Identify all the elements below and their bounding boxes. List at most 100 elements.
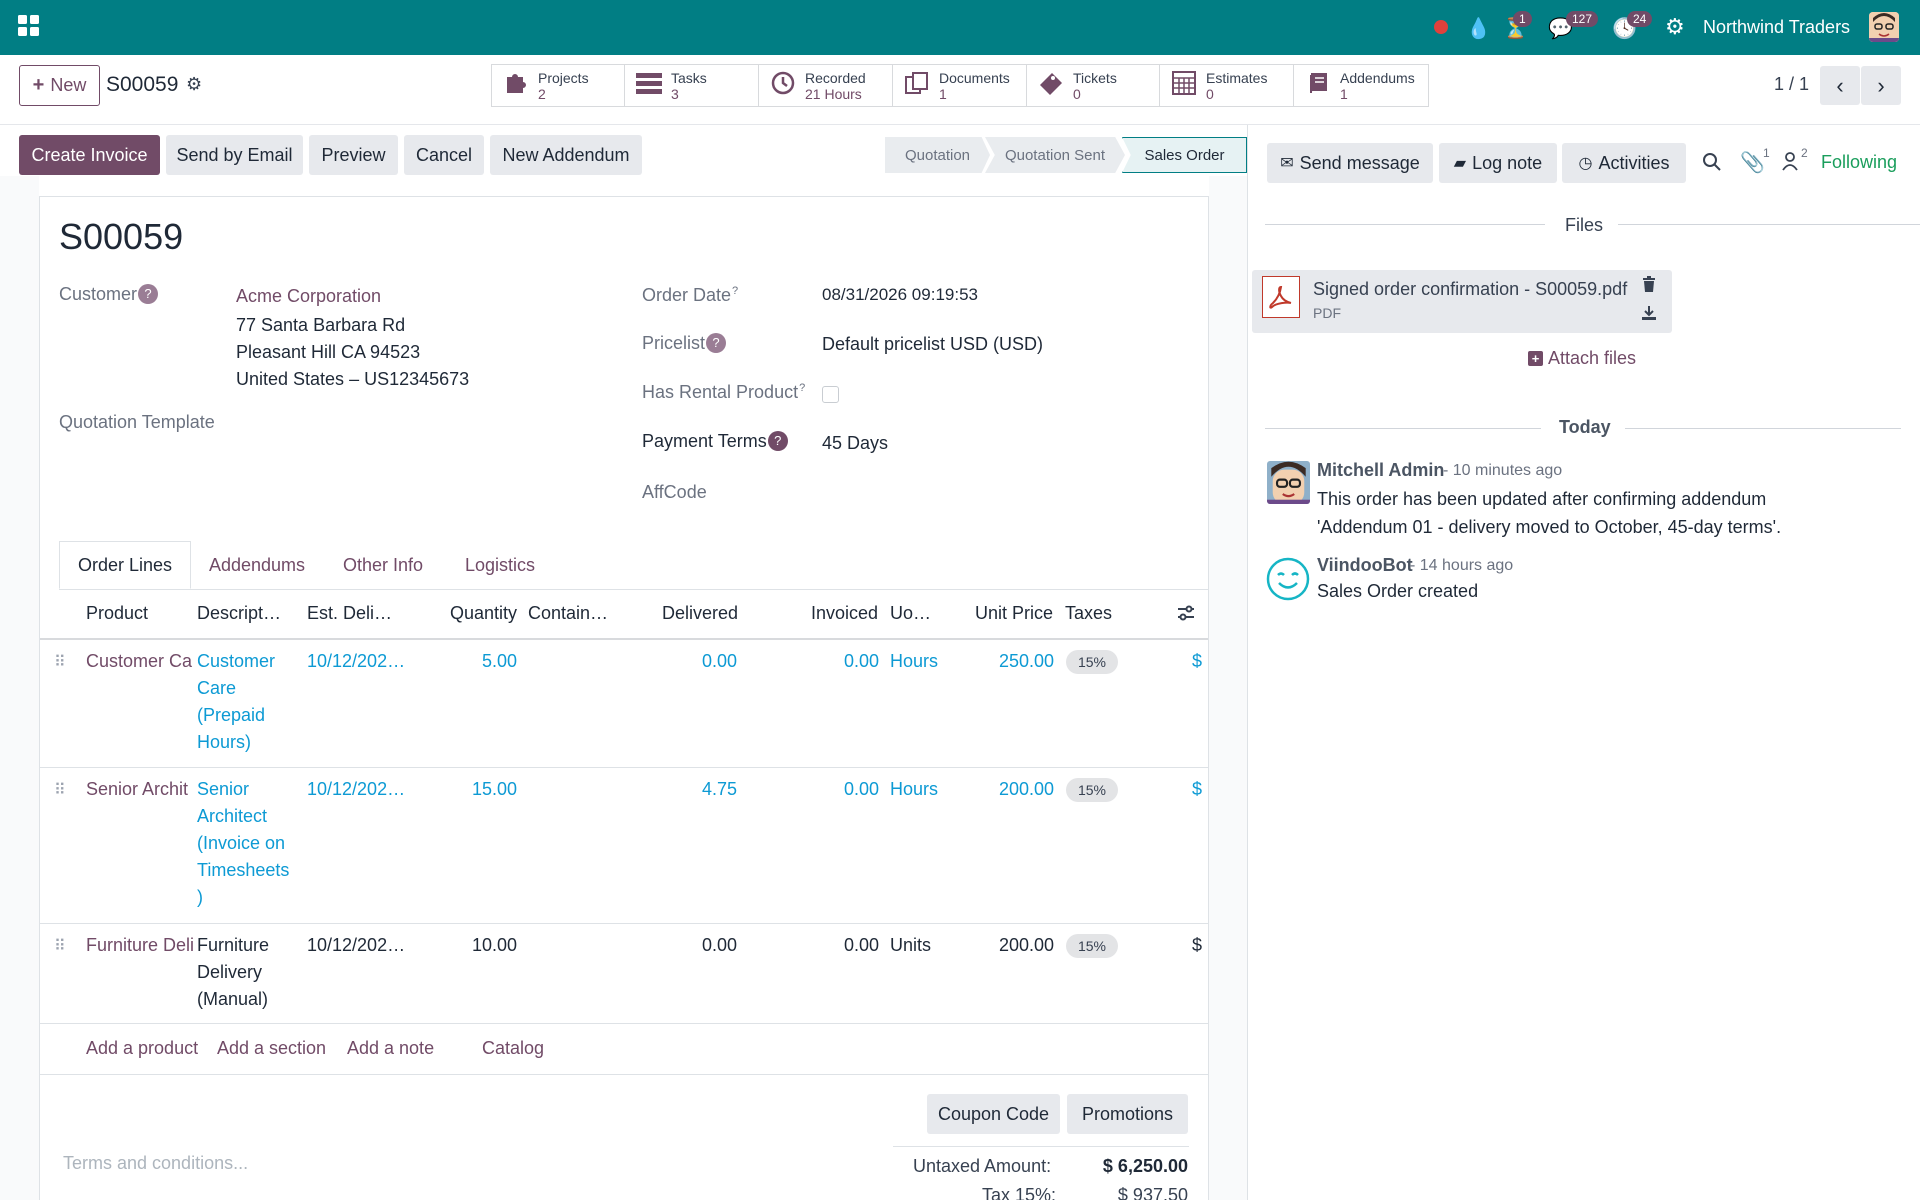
pager-value[interactable]: 1 / 1 (1774, 74, 1809, 95)
row-delivered[interactable]: 0.00 (620, 932, 737, 959)
smart-button-projects[interactable]: Projects 2 (491, 64, 625, 107)
add-section-link[interactable]: Add a section (217, 1035, 326, 1062)
activities-button[interactable]: ◷ Activities (1562, 143, 1686, 183)
help-icon[interactable]: ? (799, 382, 805, 394)
bot-avatar-icon[interactable] (1266, 557, 1310, 601)
tab-addendums[interactable]: Addendums (193, 541, 321, 589)
rental-product-checkbox[interactable] (822, 386, 839, 403)
settings-icon[interactable]: ⚙ (1665, 14, 1685, 40)
pricelist-value[interactable]: Default pricelist USD (USD) (822, 334, 1043, 355)
col-header-invoiced[interactable]: Invoiced (811, 603, 878, 624)
quotation-template-input[interactable] (236, 406, 576, 436)
search-icon[interactable] (1702, 152, 1722, 172)
row-description[interactable]: Furniture Delivery (Manual) (197, 932, 295, 1013)
smart-button-recorded[interactable]: Recorded 21 Hours (758, 64, 893, 107)
row-delivery-date[interactable]: 10/12/202… (307, 648, 405, 675)
tab-other-info[interactable]: Other Info (325, 541, 441, 589)
add-note-link[interactable]: Add a note (347, 1035, 434, 1062)
tab-order-lines[interactable]: Order Lines (59, 541, 191, 589)
message-author[interactable]: ViindooBot (1317, 555, 1413, 576)
preview-button[interactable]: Preview (309, 135, 398, 175)
company-name[interactable]: Northwind Traders (1703, 17, 1850, 38)
row-tax-badge[interactable]: 15% (1066, 934, 1118, 958)
optional-columns-icon[interactable] (1176, 603, 1196, 623)
terms-conditions-input[interactable]: Terms and conditions... (63, 1153, 248, 1174)
col-header-description[interactable]: Descript… (197, 603, 281, 624)
new-addendum-button[interactable]: New Addendum (490, 135, 642, 175)
row-uom[interactable]: Units (890, 932, 931, 959)
add-product-link[interactable]: Add a product (86, 1035, 198, 1062)
col-header-container[interactable]: Contain… (528, 603, 608, 624)
download-icon[interactable] (1641, 305, 1657, 321)
send-by-email-button[interactable]: Send by Email (166, 135, 303, 175)
apps-menu-icon[interactable] (18, 15, 40, 37)
cancel-button[interactable]: Cancel (404, 135, 484, 175)
row-description[interactable]: Senior Architect (Invoice on Timesheets … (197, 776, 295, 911)
col-header-uom[interactable]: Uo… (890, 603, 931, 624)
attachment-filename[interactable]: Signed order confirmation - S00059.pdf (1313, 279, 1627, 300)
catalog-link[interactable]: Catalog (482, 1035, 544, 1062)
new-button[interactable]: + New (19, 65, 100, 106)
attach-files-button[interactable]: + Attach files (1528, 348, 1636, 369)
paperclip-icon[interactable]: 📎 (1740, 150, 1765, 175)
affcode-input[interactable] (822, 476, 1182, 506)
send-message-button[interactable]: ✉ Send message (1267, 143, 1433, 183)
row-description[interactable]: Customer Care (Prepaid Hours) (197, 648, 295, 756)
record-indicator-icon[interactable] (1434, 20, 1448, 34)
drag-handle-icon[interactable]: ⠿ (54, 780, 66, 800)
smart-button-tasks[interactable]: Tasks 3 (624, 64, 759, 107)
drop-icon[interactable]: 💧 (1466, 16, 1491, 41)
smart-button-tickets[interactable]: Tickets 0 (1026, 64, 1160, 107)
smart-button-addendums[interactable]: Addendums 1 (1293, 64, 1429, 107)
col-header-product[interactable]: Product (86, 603, 148, 624)
help-icon[interactable]: ? (138, 284, 159, 304)
pager-previous-button[interactable]: ‹ (1820, 66, 1860, 105)
customer-name[interactable]: Acme Corporation (236, 286, 381, 307)
record-title[interactable]: S00059 (59, 216, 183, 258)
col-header-delivery[interactable]: Est. Deli… (307, 603, 392, 624)
row-delivery-date[interactable]: 10/12/202… (307, 932, 405, 959)
help-icon[interactable]: ? (706, 333, 727, 353)
trash-icon[interactable] (1642, 276, 1656, 292)
log-note-button[interactable]: ▰ Log note (1439, 143, 1557, 183)
smart-button-estimates[interactable]: Estimates 0 (1159, 64, 1294, 107)
row-tax-badge[interactable]: 15% (1066, 778, 1118, 802)
author-avatar[interactable] (1267, 461, 1310, 504)
stage-quotation-sent[interactable]: Quotation Sent (985, 137, 1125, 173)
row-product[interactable]: Senior Archit (86, 776, 194, 803)
col-header-unit-price[interactable]: Unit Price (975, 603, 1053, 624)
row-unit-price[interactable]: 200.00 (940, 776, 1054, 803)
row-delivered[interactable]: 0.00 (620, 648, 737, 675)
row-product[interactable]: Customer Ca (86, 648, 194, 675)
row-unit-price[interactable]: 200.00 (940, 932, 1054, 959)
drag-handle-icon[interactable]: ⠿ (54, 652, 66, 672)
coupon-code-button[interactable]: Coupon Code (927, 1094, 1060, 1134)
row-delivered[interactable]: 4.75 (620, 776, 737, 803)
help-icon[interactable]: ? (732, 285, 738, 297)
col-header-quantity[interactable]: Quantity (450, 603, 517, 624)
tab-logistics[interactable]: Logistics (445, 541, 555, 589)
message-author[interactable]: Mitchell Admin (1317, 460, 1444, 481)
col-header-delivered[interactable]: Delivered (662, 603, 738, 624)
following-button[interactable]: Following (1821, 152, 1897, 173)
smart-button-documents[interactable]: Documents 1 (892, 64, 1027, 107)
row-delivery-date[interactable]: 10/12/202… (307, 776, 405, 803)
payment-terms-value[interactable]: 45 Days (822, 433, 888, 454)
row-product[interactable]: Furniture Deli (86, 932, 194, 959)
stage-sales-order[interactable]: Sales Order (1122, 137, 1247, 173)
user-avatar[interactable] (1869, 12, 1899, 42)
drag-handle-icon[interactable]: ⠿ (54, 936, 66, 956)
help-icon[interactable]: ? (767, 431, 788, 451)
row-quantity[interactable]: 15.00 (400, 776, 517, 803)
promotions-button[interactable]: Promotions (1067, 1094, 1188, 1134)
stage-quotation[interactable]: Quotation (885, 137, 990, 173)
pager-next-button[interactable]: › (1861, 66, 1901, 105)
row-tax-badge[interactable]: 15% (1066, 650, 1118, 674)
order-date-value[interactable]: 08/31/2026 09:19:53 (822, 285, 978, 305)
row-unit-price[interactable]: 250.00 (940, 648, 1054, 675)
row-uom[interactable]: Hours (890, 648, 938, 675)
col-header-taxes[interactable]: Taxes (1065, 603, 1112, 624)
row-uom[interactable]: Hours (890, 776, 938, 803)
followers-icon[interactable] (1781, 151, 1799, 171)
row-quantity[interactable]: 5.00 (400, 648, 517, 675)
